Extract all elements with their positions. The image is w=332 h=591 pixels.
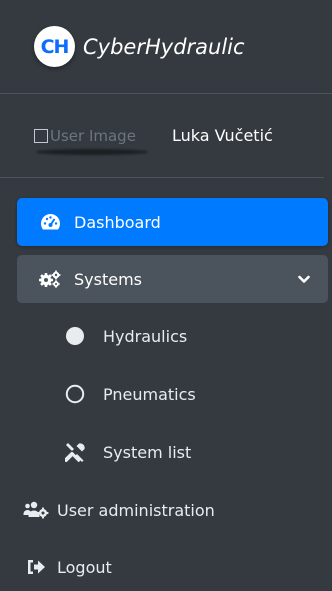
nav-item-dashboard-label: Dashboard bbox=[74, 212, 161, 232]
brand-link[interactable]: CH CyberHydraulic bbox=[0, 0, 332, 94]
tools-icon bbox=[64, 441, 86, 463]
systems-submenu: Hydraulics Pneumatics System list bbox=[17, 312, 328, 476]
nav-item-system-list-label: System list bbox=[103, 442, 192, 462]
empty-circle-icon bbox=[64, 383, 86, 405]
nav-item-hydraulics[interactable]: Hydraulics bbox=[64, 312, 328, 360]
nav-item-pneumatics-label: Pneumatics bbox=[103, 384, 196, 404]
user-panel: User Image Luka Vučetić bbox=[0, 94, 324, 178]
user-image: User Image bbox=[34, 125, 152, 155]
filled-circle-icon bbox=[64, 325, 86, 347]
sign-out-icon bbox=[23, 556, 49, 578]
tachometer-icon bbox=[39, 211, 61, 233]
nav-item-user-administration-label: User administration bbox=[57, 500, 215, 520]
nav-item-pneumatics[interactable]: Pneumatics bbox=[64, 370, 328, 418]
nav-item-logout[interactable]: Logout bbox=[17, 543, 328, 591]
user-name-link[interactable]: Luka Vučetić bbox=[172, 126, 273, 145]
nav-item-user-administration[interactable]: User administration bbox=[17, 486, 328, 534]
user-image-alt-text: User Image bbox=[50, 126, 136, 145]
sidebar-nav: Dashboard Systems Hydraulics Pneumatics … bbox=[0, 178, 328, 591]
brand-logo: CH bbox=[34, 26, 75, 67]
nav-item-logout-label: Logout bbox=[57, 557, 112, 577]
nav-item-hydraulics-label: Hydraulics bbox=[103, 326, 188, 346]
sidebar: CH CyberHydraulic User Image Luka Vučeti… bbox=[0, 0, 332, 591]
user-image-shadow bbox=[36, 148, 148, 155]
nav-item-systems[interactable]: Systems bbox=[17, 255, 328, 303]
broken-image-icon bbox=[34, 128, 48, 143]
nav-item-system-list[interactable]: System list bbox=[64, 428, 328, 476]
brand-name: CyberHydraulic bbox=[83, 34, 245, 59]
cogs-icon bbox=[39, 268, 61, 290]
nav-item-dashboard[interactable]: Dashboard bbox=[17, 198, 328, 246]
nav-item-systems-label: Systems bbox=[74, 269, 142, 289]
users-cog-icon bbox=[23, 499, 49, 521]
chevron-down-icon bbox=[298, 275, 310, 284]
brand-logo-text: CH bbox=[40, 35, 70, 58]
